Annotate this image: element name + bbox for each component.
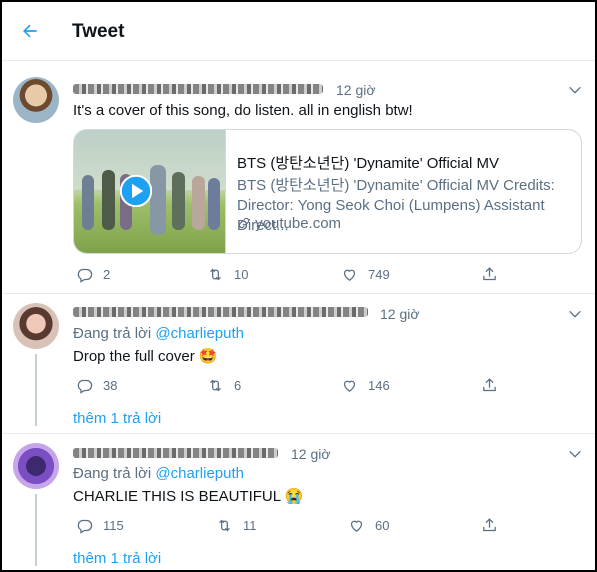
- replying-to-label: Đang trả lời: [73, 465, 152, 482]
- chevron-down-icon[interactable]: [567, 306, 583, 322]
- reply-count: 38: [103, 377, 118, 393]
- show-more-replies[interactable]: thêm 1 trả lời: [73, 550, 161, 567]
- video-thumbnail[interactable]: [74, 130, 226, 253]
- tweet-time[interactable]: 12 giờ: [380, 306, 420, 322]
- mention-link[interactable]: @charlieputh: [155, 465, 244, 482]
- tweet-page: Tweet 12 giờ It's a cover of this song, …: [0, 0, 597, 572]
- avatar[interactable]: [13, 443, 59, 489]
- like-count: 146: [368, 377, 390, 393]
- like-icon: [343, 269, 356, 281]
- user-name-blurred[interactable]: [73, 448, 278, 458]
- retweet-button[interactable]: 11: [216, 516, 257, 534]
- like-button[interactable]: 60: [348, 516, 389, 534]
- reply-icon: [77, 268, 93, 283]
- play-icon[interactable]: [120, 175, 152, 207]
- retweet-button[interactable]: 10: [207, 265, 248, 283]
- retweet-button[interactable]: 6: [207, 376, 241, 394]
- back-arrow-icon[interactable]: [20, 21, 40, 41]
- share-button[interactable]: [481, 376, 498, 394]
- header: Tweet: [2, 2, 595, 61]
- share-icon: [483, 517, 496, 531]
- retweet-count: 6: [234, 377, 242, 393]
- user-name-blurred[interactable]: [73, 307, 368, 317]
- chevron-down-icon[interactable]: [567, 446, 583, 462]
- retweet-count: 10: [234, 266, 249, 282]
- tweet-text: It's a cover of this song, do listen. al…: [73, 102, 413, 119]
- user-name-blurred[interactable]: [73, 84, 323, 94]
- reply-icon: [77, 519, 93, 534]
- page-title: Tweet: [72, 21, 125, 42]
- show-more-replies[interactable]: thêm 1 trả lời: [73, 410, 161, 427]
- reply-button[interactable]: 38: [76, 376, 117, 394]
- reply-count: 2: [103, 266, 111, 282]
- divider: [2, 293, 595, 294]
- replying-to: Đang trả lời @charlieputh: [73, 465, 244, 482]
- divider: [2, 433, 595, 434]
- retweet-icon: [210, 379, 221, 391]
- reply-count: 115: [103, 517, 124, 533]
- share-button[interactable]: [481, 516, 498, 534]
- link-card[interactable]: BTS (방탄소년단) 'Dynamite' Official MV BTS (…: [73, 129, 582, 254]
- link-icon: [238, 217, 250, 229]
- retweet-count: 11: [243, 517, 257, 533]
- thread-line: [35, 494, 37, 566]
- chevron-down-icon[interactable]: [567, 82, 583, 98]
- tweet-text: CHARLIE THIS IS BEAUTIFUL 😭: [73, 488, 304, 505]
- like-icon: [343, 380, 356, 392]
- thread-line: [35, 354, 37, 426]
- like-count: 60: [375, 517, 390, 533]
- tweet-time[interactable]: 12 giờ: [336, 82, 376, 98]
- avatar[interactable]: [13, 303, 59, 349]
- replying-to-label: Đang trả lời: [73, 325, 152, 342]
- share-button[interactable]: [481, 265, 498, 283]
- like-icon: [350, 520, 363, 532]
- like-button[interactable]: 749: [341, 265, 390, 283]
- retweet-icon: [210, 268, 221, 280]
- tweet-text: Drop the full cover 🤩: [73, 348, 218, 365]
- like-button[interactable]: 146: [341, 376, 390, 394]
- card-link-text: youtube.com: [255, 215, 342, 232]
- reply-button[interactable]: 2: [76, 265, 110, 283]
- tweet-time[interactable]: 12 giờ: [291, 446, 331, 462]
- retweet-icon: [219, 519, 230, 531]
- reply-icon: [77, 379, 93, 394]
- replying-to: Đang trả lời @charlieputh: [73, 325, 244, 342]
- avatar[interactable]: [13, 77, 59, 123]
- share-icon: [483, 377, 496, 391]
- reply-button[interactable]: 115: [76, 516, 124, 534]
- mention-link[interactable]: @charlieputh: [155, 325, 244, 342]
- card-link: youtube.com: [237, 215, 341, 232]
- card-title: BTS (방탄소년단) 'Dynamite' Official MV: [237, 155, 499, 172]
- share-icon: [483, 266, 496, 280]
- like-count: 749: [368, 266, 390, 282]
